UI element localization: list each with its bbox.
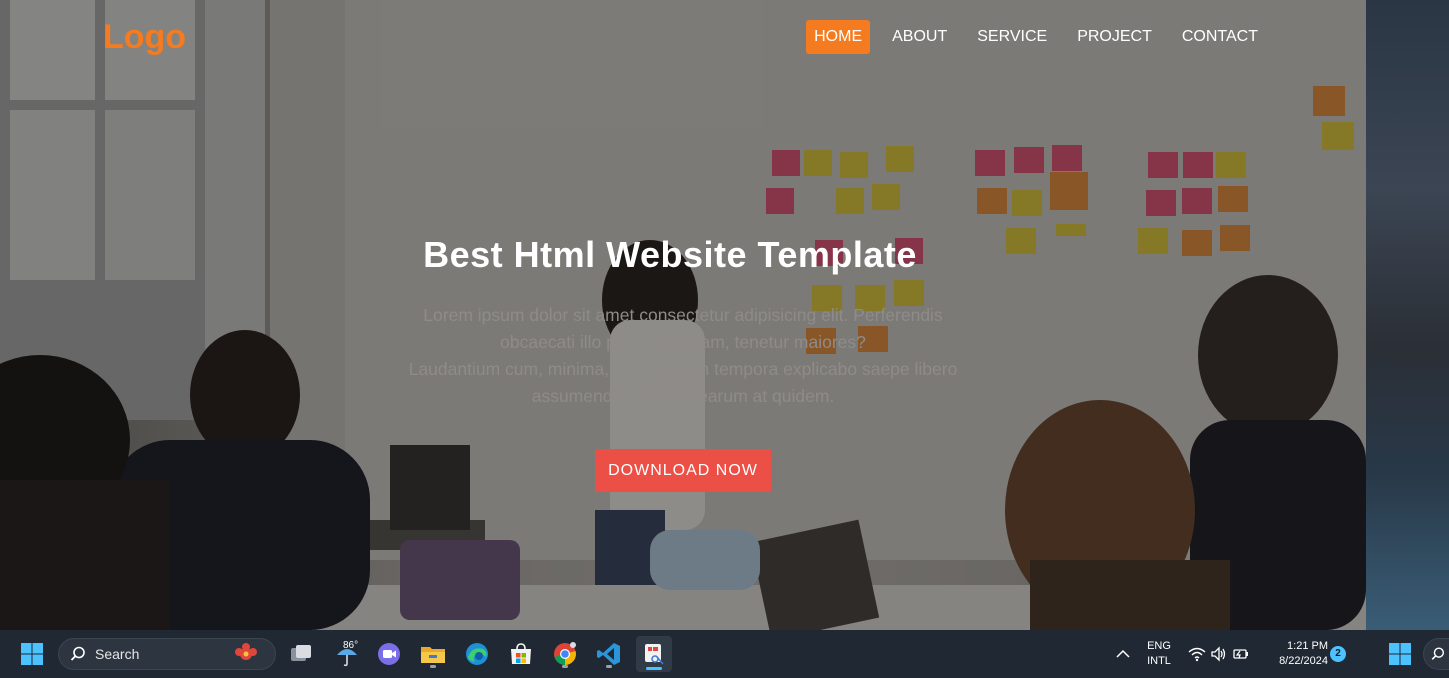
hero-lead-line-1: Lorem ipsum dolor sit amet consectetur a… xyxy=(423,305,943,325)
chrome-browser-icon xyxy=(554,642,576,665)
nav-home[interactable]: HOME xyxy=(806,20,871,54)
vscode-icon xyxy=(597,643,620,665)
search-icon xyxy=(1431,647,1445,660)
language-code: ENG xyxy=(1147,640,1171,652)
search-label: Search xyxy=(95,646,140,662)
microsoft-store-icon xyxy=(511,643,531,664)
site-logo[interactable]: Logo xyxy=(103,18,186,57)
hero-lead-line-3: Laudantium cum, minima, et vel autem tem… xyxy=(408,359,958,379)
clock-time: 1:21 PM xyxy=(1287,640,1328,652)
weather-temperature: 86° xyxy=(343,640,359,651)
vscode-running-indicator xyxy=(606,665,612,668)
nav-about[interactable]: ABOUT xyxy=(884,20,955,54)
nav-service[interactable]: SERVICE xyxy=(969,20,1055,54)
snipping-tool-button[interactable] xyxy=(636,636,672,672)
show-hidden-icons-button[interactable] xyxy=(1108,638,1138,670)
edge-browser-button[interactable] xyxy=(461,638,493,670)
search-icon xyxy=(70,646,85,661)
wifi-icon xyxy=(1188,647,1206,662)
download-now-button[interactable]: DOWNLOAD NOW xyxy=(595,449,771,492)
hero-section: Logo HOME ABOUT SERVICE PROJECT CONTACT … xyxy=(0,0,1366,630)
file-explorer-icon xyxy=(421,647,445,663)
language-layout: INTL xyxy=(1147,655,1171,667)
search-highlight-flower-icon xyxy=(235,643,257,660)
task-view-icon xyxy=(291,645,311,661)
language-indicator[interactable]: ENG INTL xyxy=(1142,639,1176,669)
second-monitor-start-button[interactable] xyxy=(1384,638,1416,670)
taskbar-search[interactable]: Search xyxy=(58,638,276,670)
file-explorer-running-indicator xyxy=(430,665,436,668)
clock[interactable]: 1:21 PM 8/22/2024 xyxy=(1262,639,1328,669)
notification-count-badge[interactable]: 2 xyxy=(1330,646,1346,662)
nav-contact[interactable]: CONTACT xyxy=(1174,20,1266,54)
file-explorer-button[interactable] xyxy=(417,638,449,670)
chrome-browser-button[interactable] xyxy=(549,638,581,670)
nav-project[interactable]: PROJECT xyxy=(1069,20,1160,54)
microsoft-store-button[interactable] xyxy=(505,638,537,670)
desktop-wallpaper xyxy=(1366,0,1449,630)
clock-date: 8/22/2024 xyxy=(1279,655,1328,667)
hero-lead-line-4: assumenda expedita earum at quidem. xyxy=(531,386,835,406)
quick-settings-button[interactable] xyxy=(1184,638,1254,670)
hero-lead-text: Lorem ipsum dolor sit amet consectetur a… xyxy=(383,302,983,410)
hero-headline: Best Html Website Template xyxy=(423,234,917,275)
windows-logo-icon xyxy=(21,643,43,665)
edge-browser-icon xyxy=(466,643,488,665)
chevron-up-icon xyxy=(1116,649,1130,658)
chat-button[interactable] xyxy=(373,638,405,670)
vscode-button[interactable] xyxy=(593,638,625,670)
volume-icon xyxy=(1211,646,1226,662)
meet-chat-icon xyxy=(378,643,400,665)
task-view-button[interactable] xyxy=(285,638,317,670)
start-button[interactable] xyxy=(16,638,48,670)
hero-lead-line-2: obcaecati illo porro! Magnam, tenetur ma… xyxy=(500,332,866,352)
main-nav: HOME ABOUT SERVICE PROJECT CONTACT xyxy=(792,20,1266,54)
snipping-tool-active-indicator xyxy=(646,667,662,670)
taskbar: Search 86° ENG INTL 1:21 PM 8/22/2024 2 xyxy=(0,630,1449,678)
windows-logo-icon xyxy=(1389,643,1411,665)
chrome-running-indicator xyxy=(562,665,568,668)
battery-charging-icon xyxy=(1233,649,1248,659)
second-monitor-search[interactable] xyxy=(1423,638,1449,670)
snipping-tool-icon xyxy=(645,644,664,665)
